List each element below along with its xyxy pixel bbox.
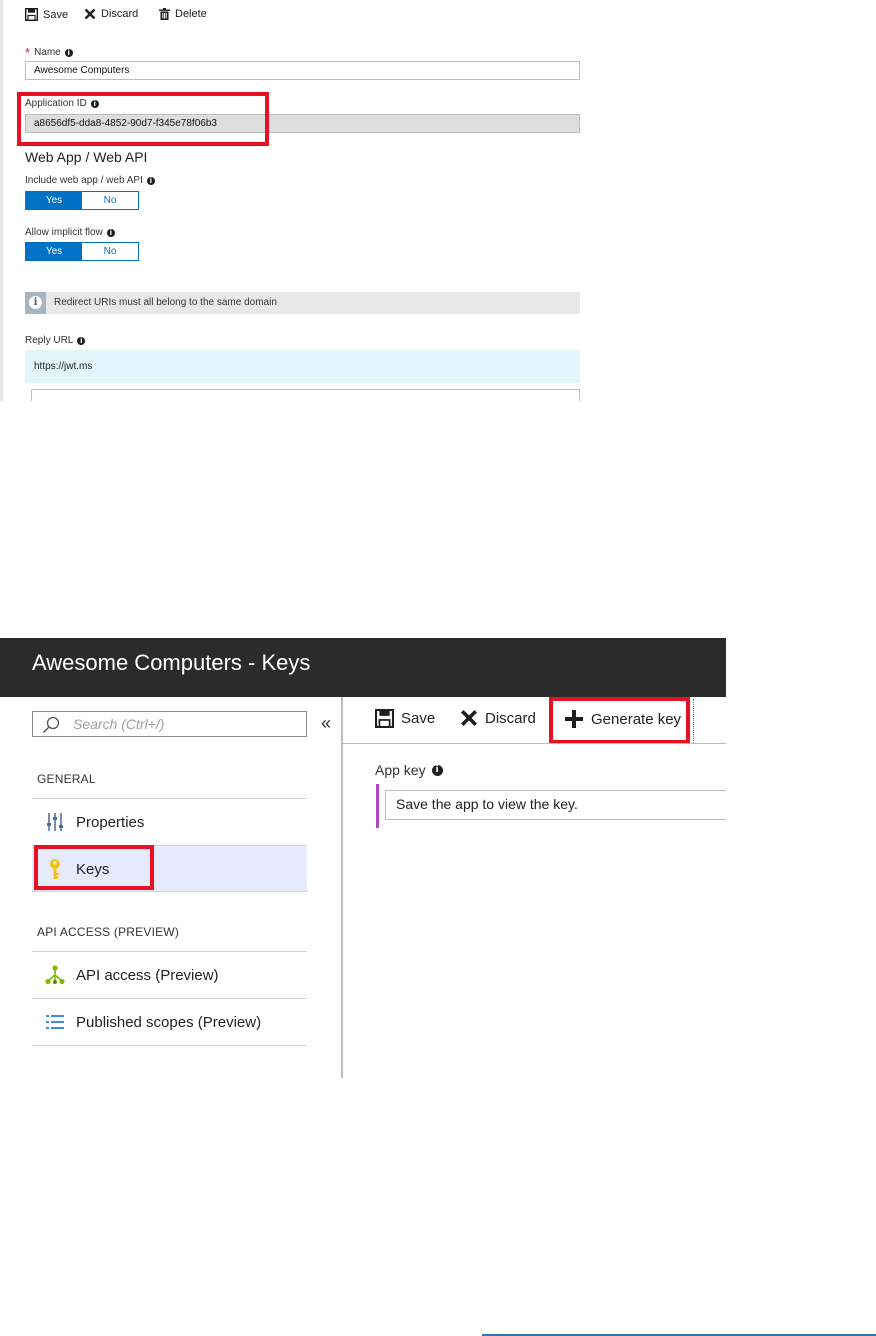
info-banner: i Redirect URIs must all belong to the s…: [25, 292, 580, 314]
info-icon[interactable]: i: [77, 336, 86, 345]
collapse-menu-button[interactable]: «: [321, 713, 331, 734]
trash-icon: [159, 8, 170, 20]
save-icon: [375, 709, 394, 728]
search-placeholder: Search (Ctrl+/): [73, 716, 165, 732]
blade-splitter: [341, 697, 343, 1078]
search-icon: [42, 716, 60, 734]
discard-label: Discard: [101, 8, 139, 20]
list-icon: [44, 1011, 66, 1033]
info-circle-icon: i: [29, 296, 42, 309]
delete-button[interactable]: Delete: [159, 8, 207, 20]
reply-url-new-input[interactable]: [31, 389, 580, 401]
save-label: Save: [401, 710, 436, 727]
api-access-icon: [44, 964, 66, 986]
highlight-box-generate-key: [549, 697, 690, 744]
reply-url-label-text: Reply URL: [25, 335, 74, 346]
info-banner-icon-strip: i: [25, 292, 46, 314]
include-web-app-toggle: Yes No: [25, 191, 139, 210]
info-icon[interactable]: i: [431, 764, 443, 776]
info-icon[interactable]: i: [106, 228, 115, 237]
info-banner-text: Redirect URIs must all belong to the sam…: [54, 297, 277, 308]
discard-label: Discard: [485, 709, 536, 727]
include-web-app-label: Include web app / web API i: [25, 175, 155, 186]
save-button[interactable]: Save: [375, 709, 435, 728]
discard-button[interactable]: Discard: [460, 709, 536, 727]
highlight-box-keys: [34, 845, 154, 890]
name-label-text: Name: [34, 47, 61, 58]
general-section-header: GENERAL: [37, 772, 96, 786]
implicit-flow-no[interactable]: No: [82, 243, 138, 260]
save-label: Save: [43, 8, 69, 21]
api-access-section-header: API ACCESS (PREVIEW): [37, 925, 180, 939]
nav-item-label: Published scopes (Preview): [76, 1013, 262, 1031]
include-web-app-no[interactable]: No: [82, 192, 138, 209]
divider: [32, 891, 307, 892]
implicit-flow-label: Allow implicit flow i: [25, 227, 115, 238]
app-registration-panel: Save Discard Delete * Name i Awesome Com…: [0, 0, 582, 401]
app-key-label: App key i: [375, 762, 443, 778]
app-key-field[interactable]: Save the app to view the key.: [385, 790, 726, 820]
blade-title-bar: Awesome Computers - Keys: [0, 638, 726, 697]
required-marker: *: [25, 45, 31, 60]
blade-title: Awesome Computers - Keys: [32, 650, 311, 675]
save-button[interactable]: Save: [25, 8, 68, 21]
save-icon: [25, 8, 38, 21]
nav-item-label: API access (Preview): [76, 966, 219, 984]
nav-item-label: Properties: [76, 813, 145, 831]
toolbar-focus-edge: [693, 699, 694, 743]
nav-item-api-access[interactable]: API access (Preview): [32, 952, 307, 998]
app-key-accent-bar: [376, 784, 379, 828]
reply-url-row[interactable]: https://jwt.ms: [25, 350, 580, 383]
name-label: * Name i: [25, 45, 73, 60]
close-icon: [460, 709, 478, 727]
include-web-app-yes[interactable]: Yes: [26, 192, 82, 209]
properties-icon: [44, 811, 66, 833]
search-input[interactable]: Search (Ctrl+/): [32, 711, 307, 737]
divider: [32, 1045, 307, 1046]
implicit-flow-yes[interactable]: Yes: [26, 243, 82, 260]
reply-url-value: https://jwt.ms: [34, 361, 93, 372]
highlight-box-application-id: [17, 92, 269, 146]
discard-button[interactable]: Discard: [84, 8, 138, 20]
include-web-app-label-text: Include web app / web API: [25, 175, 143, 186]
toolbar-divider: [343, 743, 726, 744]
nav-item-published-scopes[interactable]: Published scopes (Preview): [32, 999, 307, 1045]
app-key-value: Save the app to view the key.: [396, 796, 578, 812]
nav-item-properties[interactable]: Properties: [32, 799, 307, 845]
reply-url-label: Reply URL i: [25, 335, 86, 346]
name-input[interactable]: Awesome Computers: [25, 61, 580, 80]
delete-label: Delete: [175, 8, 207, 20]
close-icon: [84, 8, 96, 20]
info-icon[interactable]: i: [64, 48, 73, 57]
implicit-flow-label-text: Allow implicit flow: [25, 227, 103, 238]
info-icon[interactable]: i: [146, 176, 155, 185]
implicit-flow-toggle: Yes No: [25, 242, 139, 261]
app-key-label-text: App key: [375, 762, 426, 778]
web-app-section-title: Web App / Web API: [25, 149, 148, 165]
panel-left-border: [0, 0, 3, 401]
